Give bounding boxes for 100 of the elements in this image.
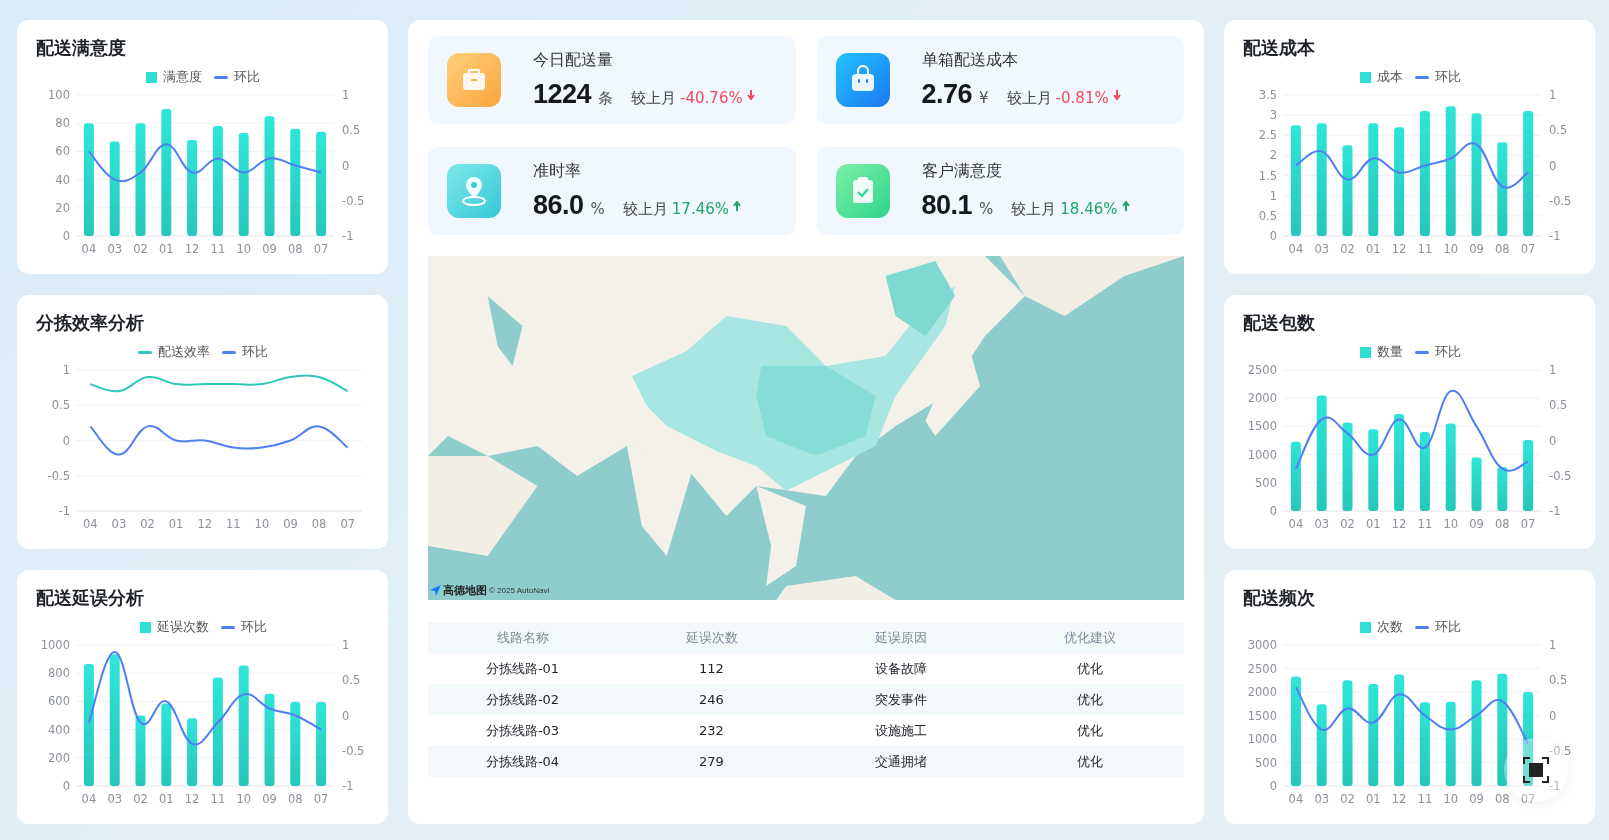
- table-cell: 优化: [1076, 690, 1103, 709]
- axis-label: 0.5: [1549, 398, 1568, 413]
- card-title: 分拣效率分析: [36, 311, 144, 335]
- axis-label: 10: [1443, 792, 1458, 806]
- axis-label: 2: [1269, 148, 1277, 163]
- axis-label: 100: [48, 88, 70, 102]
- axis-label: 07: [313, 792, 329, 806]
- axis-label: 0: [62, 779, 70, 793]
- axis-label: -0.5: [47, 468, 70, 483]
- axis-label: 10: [254, 517, 270, 531]
- axis-label: -1: [1549, 504, 1561, 518]
- axis-label: 2.5: [1258, 128, 1277, 143]
- legend-label: 环比: [1434, 68, 1461, 86]
- map-attribution: © 2025 AutoNavi: [489, 586, 550, 595]
- legend-label: 数量: [1376, 343, 1403, 361]
- axis-label: 1: [1549, 638, 1557, 652]
- axis-label: 04: [81, 242, 97, 256]
- fullscreen-icon: [1523, 757, 1549, 783]
- legend-square-icon: [1359, 71, 1371, 83]
- axis-label: 1: [1269, 188, 1277, 203]
- kpi-label: 准时率: [533, 161, 581, 182]
- axis-label: 0.5: [342, 673, 361, 688]
- axis-label: 10: [1443, 242, 1458, 256]
- axis-label: 09: [262, 792, 277, 806]
- axis-label: 08: [1495, 517, 1510, 531]
- table-cell: 112: [699, 661, 724, 676]
- table-cell: 交通拥堵: [874, 752, 927, 771]
- card-title: 配送频次: [1243, 586, 1315, 610]
- legend-label: 次数: [1376, 618, 1403, 636]
- axis-label: 02: [133, 792, 148, 806]
- axis-label: -0.5: [1549, 193, 1572, 208]
- axis-label: 1: [62, 363, 70, 377]
- card-title: 配送延误分析: [36, 586, 144, 610]
- axis-label: -1: [342, 229, 354, 243]
- kpi-value: 80.1: [921, 190, 973, 221]
- column-header: 延误原因: [874, 628, 927, 647]
- axis-label: 1500: [1247, 419, 1277, 434]
- axis-label: 01: [159, 242, 174, 256]
- kpi-unit: ¥: [979, 89, 989, 107]
- legend-square-icon: [146, 71, 157, 83]
- axis-label: 0.5: [1549, 673, 1568, 688]
- axis-label: 08: [288, 792, 303, 806]
- axis-label: 40: [55, 172, 70, 187]
- axis-label: 02: [1340, 792, 1355, 806]
- axis-label: 07: [313, 242, 329, 256]
- compare-label: 较上月: [1011, 200, 1057, 219]
- bar: [1471, 457, 1482, 511]
- table-cell: 246: [699, 692, 724, 707]
- legend-label: 配送效率: [158, 343, 210, 361]
- map-logo: 高德地图: [443, 583, 487, 598]
- axis-label: 02: [133, 242, 148, 256]
- axis-label: 02: [140, 517, 155, 531]
- axis-label: 0: [62, 433, 70, 448]
- axis-label: 600: [48, 694, 70, 709]
- card-title: 配送成本: [1243, 36, 1315, 60]
- axis-label: 0.5: [1258, 208, 1277, 223]
- axis-label: 3: [1269, 108, 1277, 123]
- axis-label: 12: [1391, 792, 1407, 806]
- axis-label: 10: [236, 242, 251, 256]
- change-value: -0.81%: [1055, 89, 1109, 107]
- axis-label: 03: [1314, 517, 1329, 531]
- axis-label: 08: [1495, 242, 1510, 256]
- legend-label: 环比: [234, 68, 260, 86]
- table-cell: 分拣线路-04: [485, 752, 560, 771]
- kpi-label: 客户满意度: [921, 161, 1002, 182]
- axis-label: 08: [288, 242, 303, 256]
- axis-label: 500: [1255, 475, 1277, 490]
- axis-label: 03: [1314, 242, 1329, 256]
- axis-label: -0.5: [1549, 743, 1572, 758]
- briefcase-icon: [447, 53, 501, 107]
- axis-label: 07: [1520, 242, 1536, 256]
- axis-label: 03: [111, 517, 127, 531]
- table-cell: 优化: [1076, 752, 1103, 771]
- axis-label: 04: [83, 517, 98, 531]
- axis-label: 11: [1417, 792, 1433, 806]
- axis-label: 80: [55, 116, 70, 131]
- table-cell: 设备故障: [874, 659, 927, 678]
- legend-label: 环比: [1434, 618, 1461, 636]
- card-title: 配送包数: [1243, 311, 1315, 335]
- axis-label: 01: [168, 517, 184, 531]
- bar: [1523, 439, 1534, 511]
- axis-label: 12: [1391, 517, 1407, 531]
- kpi-unit: %: [590, 200, 605, 218]
- axis-label: 200: [48, 750, 70, 765]
- axis-label: 0.5: [51, 398, 70, 413]
- axis-label: 2500: [1247, 661, 1277, 676]
- clipboard-icon: [835, 164, 890, 218]
- axis-label: -0.5: [1549, 468, 1572, 483]
- axis-label: 12: [197, 517, 212, 531]
- axis-label: -1: [1549, 779, 1561, 793]
- axis-label: -1: [1549, 229, 1561, 243]
- axis-label: 1000: [40, 638, 70, 652]
- axis-label: 1000: [1247, 732, 1277, 746]
- axis-label: 0: [1269, 229, 1277, 243]
- axis-label: 04: [1288, 242, 1304, 256]
- axis-label: -1: [58, 504, 70, 518]
- kpi-label: 今日配送量: [533, 50, 613, 71]
- axis-label: 12: [1391, 242, 1407, 256]
- axis-label: 0.5: [1549, 123, 1568, 138]
- bar: [135, 715, 146, 786]
